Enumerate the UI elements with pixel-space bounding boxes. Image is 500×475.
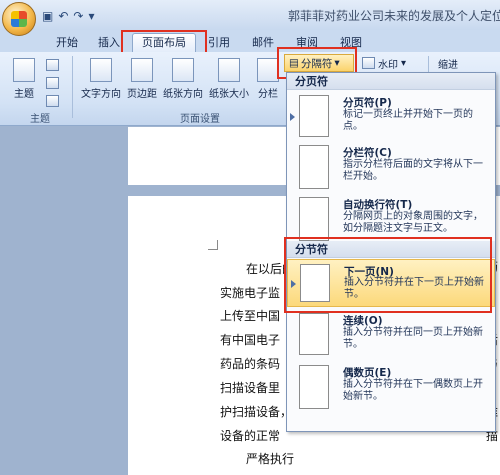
columns-label: 分栏 xyxy=(258,89,278,100)
paper-size-icon xyxy=(218,58,240,82)
margin-corner-mark xyxy=(208,240,218,250)
themes-button[interactable]: 主题 xyxy=(10,58,38,100)
menu-item-text-wrapping-break[interactable]: 自动换行符(T) 分隔网页上的对象周围的文字，如分隔题注文字与正文。 xyxy=(287,193,495,245)
theme-fonts-icon xyxy=(46,77,59,89)
menu-item-desc: 分隔网页上的对象周围的文字，如分隔题注文字与正文。 xyxy=(343,211,483,234)
doc-line: 设备的正常 xyxy=(220,429,281,443)
pointer-arrow-icon xyxy=(290,113,295,121)
text-direction-icon xyxy=(90,58,112,82)
menu-item-next-page[interactable]: 下一页(N) 插入分节符并在下一页上开始新节。 xyxy=(287,259,495,307)
theme-fonts-button[interactable] xyxy=(46,75,59,91)
text-direction-label: 文字方向 xyxy=(81,89,121,100)
office-button[interactable] xyxy=(2,2,36,36)
doc-line: 有中国电子 xyxy=(220,333,281,347)
theme-group-label: 主题 xyxy=(30,114,50,125)
columns-icon xyxy=(257,58,279,82)
chevron-down-icon: ▾ xyxy=(401,57,407,69)
themes-icon xyxy=(13,58,35,82)
theme-effects-button[interactable] xyxy=(46,93,59,109)
column-break-icon xyxy=(299,145,329,189)
menu-item-column-break[interactable]: 分栏符(C) 指示分栏符后面的文字将从下一栏开始。 xyxy=(287,141,495,193)
menu-item-desc: 插入分节符并在下一偶数页上开始新节。 xyxy=(343,379,483,402)
margins-icon xyxy=(131,58,153,82)
breaks-label: 分隔符 xyxy=(300,57,333,70)
indent-label: 缩进 xyxy=(438,59,458,71)
margins-button[interactable]: 页边距 xyxy=(124,58,160,100)
office-logo-icon xyxy=(11,11,27,27)
continuous-icon xyxy=(299,313,329,355)
page-break-icon xyxy=(299,95,329,137)
themes-label: 主题 xyxy=(14,89,34,100)
tab-references[interactable]: 引用 xyxy=(202,34,236,52)
breaks-icon: ▤ xyxy=(289,57,299,69)
redo-icon[interactable]: ↷ xyxy=(73,9,83,23)
customize-qat-icon[interactable]: ▾ xyxy=(88,9,94,23)
section-breaks-header: 分节符 xyxy=(287,241,495,258)
breaks-button[interactable]: ▤ 分隔符 ▾ xyxy=(284,54,354,72)
text-wrapping-break-icon xyxy=(299,197,329,241)
menu-item-desc: 指示分栏符后面的文字将从下一栏开始。 xyxy=(343,159,483,182)
even-page-icon xyxy=(299,365,329,409)
save-icon[interactable]: ▣ xyxy=(42,9,53,23)
menu-item-even-page[interactable]: 偶数页(E) 插入分节符并在下一偶数页上开始新节。 xyxy=(287,361,495,413)
doc-line: 上传至中国 xyxy=(220,309,281,323)
next-page-icon xyxy=(300,264,330,302)
pointer-arrow-icon xyxy=(291,280,296,288)
theme-colors-icon xyxy=(46,59,59,71)
watermark-icon xyxy=(362,57,375,69)
tab-mailings[interactable]: 邮件 xyxy=(246,34,280,52)
menu-item-title: 自动换行符(T) xyxy=(343,199,413,211)
menu-item-page-break[interactable]: 分页符(P) 标记一页终止并开始下一页的点。 xyxy=(287,91,495,141)
menu-item-title: 分栏符(C) xyxy=(343,147,392,159)
menu-item-desc: 插入分节符并在下一页上开始新节。 xyxy=(344,277,484,300)
doc-line: 实施电子监 xyxy=(220,286,281,300)
undo-icon[interactable]: ↶ xyxy=(58,9,68,23)
tab-page-layout[interactable]: 页面布局 xyxy=(132,33,196,53)
size-label: 纸张大小 xyxy=(209,89,249,100)
watermark-label: 水印 xyxy=(378,59,398,71)
tab-insert[interactable]: 插入 xyxy=(92,34,126,52)
doc-line: 严格执行 xyxy=(246,452,295,466)
menu-item-desc: 插入分节符并在同一页上开始新节。 xyxy=(343,327,483,350)
page-breaks-header: 分页符 xyxy=(287,73,495,90)
chevron-down-icon: ▾ xyxy=(334,57,340,69)
watermark-button[interactable]: 水印 ▾ xyxy=(362,55,406,71)
tab-view[interactable]: 视图 xyxy=(334,34,368,52)
quick-access-toolbar: ▣ ↶ ↷ ▾ xyxy=(42,7,95,25)
page-setup-group-label: 页面设置 xyxy=(180,114,220,125)
orientation-icon xyxy=(172,58,194,82)
ribbon-separator xyxy=(72,56,73,118)
menu-item-continuous[interactable]: 连续(O) 插入分节符并在同一页上开始新节。 xyxy=(287,309,495,359)
menu-item-title: 分页符(P) xyxy=(343,97,392,109)
margins-label: 页边距 xyxy=(127,89,157,100)
menu-item-desc: 标记一页终止并开始下一页的点。 xyxy=(343,109,473,132)
theme-colors-button[interactable] xyxy=(46,57,59,73)
theme-effects-icon xyxy=(46,95,59,107)
menu-item-title: 连续(O) xyxy=(343,315,383,327)
text-direction-button[interactable]: 文字方向 xyxy=(78,58,124,100)
breaks-menu: 分页符 分页符(P) 标记一页终止并开始下一页的点。 分栏符(C) 指示分栏符后… xyxy=(286,72,496,432)
orientation-label: 纸张方向 xyxy=(163,89,203,100)
doc-line: 药品的条码 xyxy=(220,357,281,371)
window-title: 郭菲菲对药业公司未来的发展及个人定位 xyxy=(288,9,500,23)
tab-home[interactable]: 开始 xyxy=(50,34,84,52)
doc-line: 护扫描设备， xyxy=(220,405,293,419)
orientation-button[interactable]: 纸张方向 xyxy=(160,58,206,100)
doc-line: 扫描设备里 xyxy=(220,381,281,395)
columns-button[interactable]: 分栏 xyxy=(254,58,282,100)
menu-item-title: 偶数页(E) xyxy=(343,367,392,379)
size-button[interactable]: 纸张大小 xyxy=(206,58,252,100)
tab-review[interactable]: 审阅 xyxy=(290,34,324,52)
